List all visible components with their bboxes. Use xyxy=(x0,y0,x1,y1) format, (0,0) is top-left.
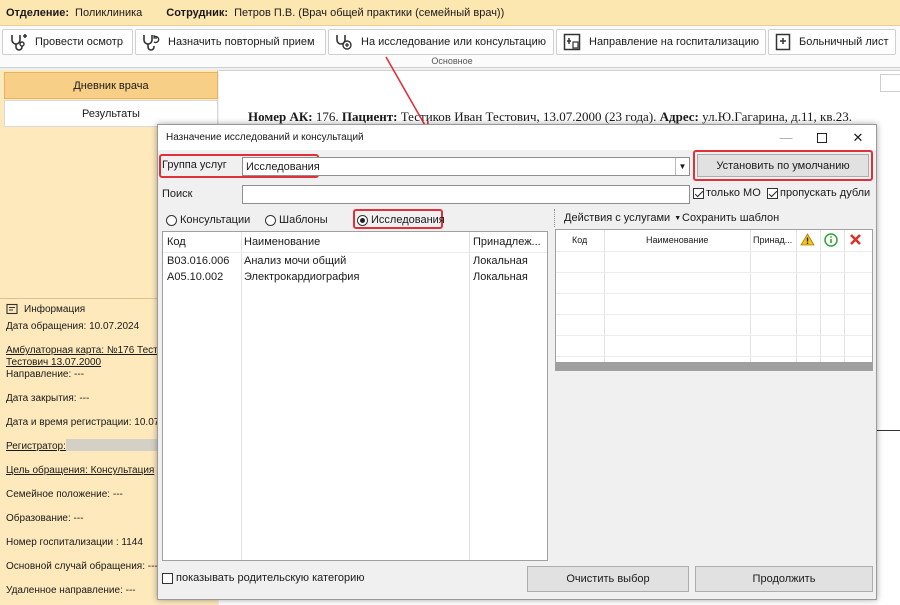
department-value: Поликлиника xyxy=(75,6,143,19)
assign-services-dialog: Назначение исследований и консультаций —… xyxy=(157,124,877,600)
search-input[interactable] xyxy=(242,185,690,204)
employee-label: Сотрудник: xyxy=(166,6,229,19)
hospital-referral-icon xyxy=(563,33,581,51)
tab-results[interactable]: Результаты xyxy=(4,100,218,127)
service-group-value: Исследования xyxy=(246,160,320,173)
department-label: Отделение: xyxy=(6,6,70,19)
show-parent-checkbox[interactable]: показывать родительскую категорию xyxy=(162,572,364,584)
row-name: Электрокардиография xyxy=(244,271,360,283)
warning-icon xyxy=(800,233,815,246)
minimize-icon[interactable]: — xyxy=(768,125,804,150)
actions-menu-label: Действия с услугами xyxy=(564,212,671,224)
column-header-code[interactable]: Код xyxy=(572,235,587,245)
grid-footer-scrollbar[interactable] xyxy=(556,362,872,370)
actions-menu[interactable]: Действия с услугами ▼ xyxy=(564,212,681,224)
column-header-owner[interactable]: Принад... xyxy=(753,235,792,245)
selected-services-grid[interactable]: Код Наименование Принад... xyxy=(555,229,873,371)
top-info-bar: Отделение: Поликлиника Сотрудник: Петров… xyxy=(0,0,900,26)
sick-leave-icon xyxy=(775,33,791,51)
radio-selected-icon xyxy=(357,214,368,226)
research-consultation-label: На исследование или консультацию xyxy=(361,36,546,48)
column-header-code[interactable]: Код xyxy=(167,236,186,248)
column-header-name[interactable]: Наименование xyxy=(646,235,708,245)
dialog-title: Назначение исследований и консультаций xyxy=(166,132,364,143)
service-group-label: Группа услуг xyxy=(162,159,227,171)
annotation-arrow xyxy=(385,56,429,133)
radio-templates[interactable]: Шаблоны xyxy=(265,214,328,226)
card-number-value: 176. xyxy=(315,109,339,124)
only-mo-check-icon xyxy=(693,187,704,199)
skip-duplicates-check-icon xyxy=(767,187,778,199)
row-code: A05.10.002 xyxy=(167,271,224,283)
service-group-select[interactable]: Исследования ▼ xyxy=(242,157,690,176)
row-code: B03.016.006 xyxy=(167,255,230,267)
radio-consultations[interactable]: Консультации xyxy=(166,214,250,226)
hospitalization-referral-label: Направление на госпитализацию xyxy=(589,36,759,48)
main-toolbar: Провести осмотр Назначить повторный прие… xyxy=(0,26,900,68)
delete-icon xyxy=(850,234,861,245)
row-owner: Локальная xyxy=(473,255,528,267)
chevron-down-icon[interactable]: ▼ xyxy=(675,158,689,175)
tab-doctor-diary[interactable]: Дневник врача xyxy=(4,72,218,99)
show-parent-check-icon xyxy=(162,572,173,584)
address-value: ул.Ю.Гагарина, д.11, кв.23. xyxy=(702,109,853,124)
chevron-down-icon: ▼ xyxy=(674,214,682,222)
conduct-exam-button[interactable]: Провести осмотр xyxy=(2,29,133,55)
stethoscope-repeat-icon xyxy=(143,35,160,51)
document-header: Номер АК: 176. Пациент: Тестиков Иван Те… xyxy=(248,109,852,125)
search-label: Поиск xyxy=(162,188,193,200)
show-parent-label: показывать родительскую категорию xyxy=(176,572,365,584)
only-mo-label: только МО xyxy=(706,187,761,199)
address-label: Адрес: xyxy=(659,109,699,124)
column-header-owner[interactable]: Принадлеж... xyxy=(473,236,547,248)
conduct-exam-label: Провести осмотр xyxy=(35,36,123,48)
info-icon xyxy=(824,233,838,247)
stethoscope-plus-icon xyxy=(11,34,27,51)
radio-research-label: Исследования xyxy=(371,214,445,226)
table-row[interactable]: B03.016.006 Анализ мочи общий Локальная xyxy=(163,253,547,269)
table-row[interactable]: A05.10.002 Электрокардиография Локальная xyxy=(163,269,547,285)
set-default-button[interactable]: Установить по умолчанию xyxy=(697,154,869,177)
schedule-repeat-label: Назначить повторный прием xyxy=(168,36,315,48)
close-icon[interactable]: ✕ xyxy=(840,125,876,150)
employee-value: Петров П.В. (Врач общей практики (семейн… xyxy=(234,6,505,19)
radio-icon xyxy=(166,214,177,226)
radio-templates-label: Шаблоны xyxy=(279,214,328,226)
hospitalization-referral-button[interactable]: Направление на госпитализацию xyxy=(556,29,766,55)
save-template-button[interactable]: Сохранить шаблон xyxy=(682,212,779,224)
continue-button[interactable]: Продолжить xyxy=(695,566,873,592)
clear-selection-button[interactable]: Очистить выбор xyxy=(527,566,689,592)
info-panel-title: Информация xyxy=(24,303,86,315)
row-owner: Локальная xyxy=(473,271,528,283)
skip-duplicates-checkbox[interactable]: пропускать дубли xyxy=(767,187,870,199)
document-side-control[interactable] xyxy=(880,74,900,92)
maximize-icon[interactable] xyxy=(804,125,840,150)
radio-icon xyxy=(265,214,276,226)
radio-research[interactable]: Исследования xyxy=(357,214,445,226)
column-header-name[interactable]: Наименование xyxy=(244,236,320,248)
sick-leave-button[interactable]: Больничный лист xyxy=(768,29,896,55)
skip-duplicates-label: пропускать дубли xyxy=(780,187,871,199)
available-services-grid[interactable]: Код Наименование Принадлеж... B03.016.00… xyxy=(162,231,548,561)
row-name: Анализ мочи общий xyxy=(244,255,347,267)
only-mo-checkbox[interactable]: только МО xyxy=(693,187,761,199)
document-rule xyxy=(876,430,900,431)
schedule-repeat-button[interactable]: Назначить повторный прием xyxy=(135,29,326,55)
registrar-redacted xyxy=(66,439,158,451)
research-consultation-button[interactable]: На исследование или консультацию xyxy=(328,29,554,55)
stethoscope-research-icon xyxy=(336,35,352,50)
sick-leave-label: Больничный лист xyxy=(799,36,889,48)
card-number-label: Номер АК: xyxy=(248,109,313,124)
radio-consultations-label: Консультации xyxy=(180,214,251,226)
info-panel-icon xyxy=(6,303,18,315)
